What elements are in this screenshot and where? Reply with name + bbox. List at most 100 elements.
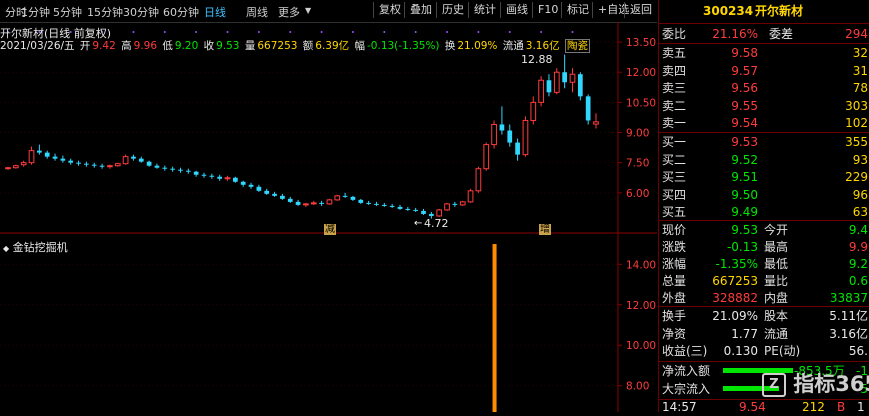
candle-body bbox=[185, 170, 191, 172]
candle-body bbox=[256, 186, 262, 191]
period-tab-2[interactable]: 5分钟 bbox=[53, 4, 82, 20]
fund-value-2: 56. bbox=[848, 344, 868, 358]
fund-row-1: 净资 1.77 流通 3.16亿 bbox=[659, 325, 869, 343]
bid-row-3: 买三 9.51 229 bbox=[659, 168, 869, 186]
bid-row-4: 买四 9.50 96 bbox=[659, 186, 869, 204]
stat-row-4: 外盘 328882 内盘 33837 bbox=[659, 289, 869, 307]
toolbar-button-2[interactable]: 历史 bbox=[436, 2, 469, 18]
candle-body bbox=[553, 71, 560, 93]
candle-body bbox=[530, 101, 537, 121]
candle-body bbox=[397, 206, 403, 209]
candle-body bbox=[138, 158, 144, 162]
toolbar-button-8[interactable]: 返回 bbox=[624, 2, 657, 18]
indicator-name-text: 金钻挖掘机 bbox=[12, 241, 68, 254]
info-close-label: 收 bbox=[203, 40, 215, 52]
bid-row-5: 买五 9.49 63 bbox=[659, 203, 869, 221]
candle-body bbox=[334, 195, 341, 201]
period-tab-7[interactable]: 周线 bbox=[246, 4, 268, 20]
stat-label: 现价 bbox=[662, 223, 687, 237]
flow-label: 大宗流入 bbox=[662, 381, 711, 396]
toolbar-button-0[interactable]: 复权 bbox=[373, 2, 406, 18]
flow-label: 净流入额 bbox=[662, 364, 711, 378]
ask-label: 卖一 bbox=[662, 116, 687, 130]
candle-body bbox=[224, 177, 231, 180]
info-low: 9.20 bbox=[174, 40, 199, 52]
period-tab-6[interactable]: 日线 bbox=[204, 4, 226, 20]
bid-label: 买三 bbox=[662, 170, 687, 184]
y-tick-label: 7.50 bbox=[626, 158, 649, 170]
more-caret-icon[interactable]: ▼ bbox=[305, 6, 311, 15]
tick-dir: B bbox=[837, 400, 846, 414]
candle-body bbox=[310, 202, 317, 205]
candle-body bbox=[217, 176, 223, 179]
signal-dot bbox=[477, 31, 480, 33]
toolbar-button-1[interactable]: 叠加 bbox=[404, 2, 437, 18]
candle-body bbox=[374, 203, 379, 205]
fund-value-2: 3.16亿 bbox=[829, 326, 868, 341]
stat-label: 外盘 bbox=[662, 291, 687, 305]
toolbar-button-6[interactable]: 标记 bbox=[561, 2, 594, 18]
ask-qty: 31 bbox=[852, 63, 868, 78]
candle-body bbox=[146, 161, 152, 166]
candle-body bbox=[5, 167, 11, 170]
toolbar-button-3[interactable]: 统计 bbox=[468, 2, 501, 18]
toolbar-button-5[interactable]: F10 bbox=[532, 2, 563, 18]
bid-price: 9.51 bbox=[731, 170, 758, 184]
settings-dot-icon: ◆ bbox=[3, 244, 10, 253]
low-price-mark: 4.72 bbox=[424, 217, 449, 230]
increase-holding-badge[interactable]: 增 bbox=[539, 224, 551, 235]
candle-body bbox=[201, 174, 207, 176]
stat-row-0: 现价 9.53 今开 9.4 bbox=[659, 221, 869, 239]
stat-value: 9.53 bbox=[731, 223, 758, 237]
candle-body bbox=[366, 202, 371, 204]
stat-label-2: 最低 bbox=[764, 257, 789, 271]
kline-chart[interactable]: 13.5012.0010.509.007.506.00 14.0012.0010… bbox=[0, 22, 657, 412]
period-tab-8[interactable]: 更多 bbox=[278, 4, 300, 20]
candle-body bbox=[429, 213, 434, 216]
bid-qty: 355 bbox=[845, 135, 868, 149]
reduce-holding-badge[interactable]: 减 bbox=[324, 224, 336, 235]
ask-row-4: 卖四 9.57 31 bbox=[659, 62, 869, 80]
bid-label: 买四 bbox=[662, 187, 687, 202]
signal-dot bbox=[320, 31, 323, 33]
signal-dot bbox=[289, 31, 292, 33]
logo-icon: Z bbox=[762, 373, 786, 397]
watermark-text: 指标365 bbox=[793, 372, 869, 396]
stat-label: 涨幅 bbox=[662, 257, 687, 271]
toolbar-button-4[interactable]: 画线 bbox=[500, 2, 533, 18]
period-tab-4[interactable]: 30分钟 bbox=[123, 4, 159, 20]
fund-row-0: 换手 21.09% 股本 5.11亿 bbox=[659, 307, 869, 325]
ask-price: 9.54 bbox=[731, 116, 758, 130]
signal-dot bbox=[195, 31, 198, 33]
candle-body bbox=[507, 130, 513, 143]
candle-body bbox=[60, 158, 66, 161]
candle-body bbox=[162, 167, 168, 169]
ind-tick-label: 12.00 bbox=[626, 300, 656, 312]
candle-body bbox=[37, 150, 42, 153]
ask-label: 卖二 bbox=[662, 98, 687, 113]
candle-body bbox=[452, 203, 458, 205]
fund-label: 换手 bbox=[662, 309, 687, 323]
indicator-name[interactable]: ◆ 金钻挖掘机 bbox=[3, 239, 68, 255]
candle-body bbox=[413, 209, 419, 211]
stat-label-2: 今开 bbox=[764, 223, 789, 237]
bid-label: 买一 bbox=[662, 135, 687, 149]
period-tab-3[interactable]: 15分钟 bbox=[87, 4, 123, 20]
ask-label: 卖三 bbox=[662, 81, 687, 95]
signal-dot bbox=[226, 31, 229, 33]
signal-dot bbox=[163, 31, 166, 33]
stat-value: 667253 bbox=[712, 274, 758, 288]
stat-value-2: 9.9 bbox=[848, 240, 868, 254]
period-tab-1[interactable]: 1分钟 bbox=[21, 4, 50, 20]
sector-tag[interactable]: 陶瓷 bbox=[565, 39, 590, 53]
info-chg-label: 幅 bbox=[354, 40, 366, 52]
period-tab-5[interactable]: 60分钟 bbox=[163, 4, 199, 20]
info-amt: 6.39亿 bbox=[315, 40, 350, 52]
bid-row-2: 买二 9.52 93 bbox=[659, 151, 869, 169]
y-tick-label: 6.00 bbox=[626, 188, 649, 200]
candle-body bbox=[538, 79, 544, 103]
ask-price: 9.55 bbox=[731, 98, 758, 113]
watermark-logo: Z 指标365 bbox=[762, 368, 869, 398]
ind-tick-label: 8.00 bbox=[626, 381, 649, 393]
info-open: 9.42 bbox=[92, 40, 116, 52]
